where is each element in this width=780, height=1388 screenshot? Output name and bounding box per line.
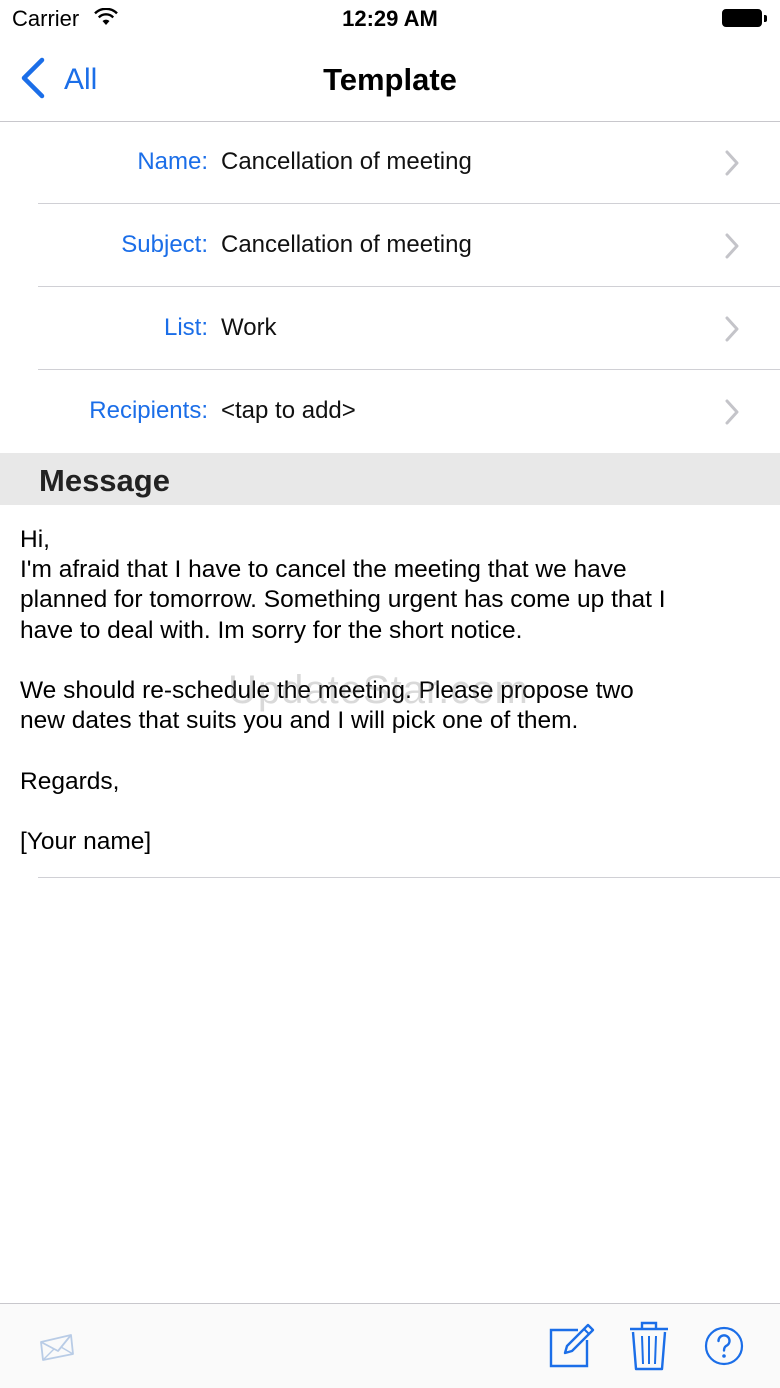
- message-line: new dates that suits you and I will pick…: [20, 707, 579, 735]
- bottom-toolbar: [0, 1303, 780, 1388]
- trash-icon[interactable]: [628, 1320, 670, 1377]
- page-title: Template: [323, 62, 457, 97]
- field-label-name: Name:: [137, 148, 208, 175]
- chevron-right-icon: [724, 233, 740, 264]
- message-header-label: Message: [39, 463, 170, 498]
- field-label-subject: Subject:: [121, 231, 208, 258]
- message-section-header: Message: [0, 453, 780, 505]
- field-label-list: List:: [163, 314, 208, 341]
- navigation-bar: All Template: [0, 40, 780, 122]
- message-line: have to deal with. Im sorry for the shor…: [20, 616, 523, 644]
- field-row-list[interactable]: List: Work: [0, 288, 780, 370]
- field-value-subject: Cancellation of meeting: [221, 231, 472, 258]
- status-bar: Carrier 12:29 AM: [0, 0, 780, 40]
- field-value-recipients: <tap to add>: [221, 397, 356, 424]
- chevron-right-icon: [724, 316, 740, 347]
- field-row-recipients[interactable]: Recipients: <tap to add>: [0, 371, 780, 453]
- message-line: We should re-schedule the meeting. Pleas…: [20, 677, 634, 704]
- message-line: Hi,: [20, 526, 50, 553]
- field-label-recipients: Recipients:: [89, 397, 208, 424]
- message-line: planned for tomorrow. Something urgent h…: [20, 586, 666, 614]
- clock-time: 12:29 AM: [342, 6, 438, 31]
- chevron-right-icon: [724, 399, 740, 430]
- row-divider: [38, 286, 780, 287]
- battery-icon: [722, 9, 768, 29]
- compose-icon[interactable]: [548, 1322, 596, 1375]
- message-line: Regards,: [20, 767, 120, 795]
- message-divider: [38, 877, 780, 878]
- message-line: [Your name]: [20, 827, 152, 855]
- field-value-list: Work: [221, 314, 277, 341]
- help-icon[interactable]: [704, 1326, 744, 1371]
- message-body[interactable]: Hi, I'm afraid that I have to cancel the…: [20, 525, 760, 857]
- send-mail-icon[interactable]: [38, 1332, 76, 1367]
- row-divider: [38, 203, 780, 204]
- field-row-subject[interactable]: Subject: Cancellation of meeting: [0, 205, 780, 287]
- chevron-right-icon: [724, 150, 740, 181]
- message-line: I'm afraid that I have to cancel the mee…: [20, 556, 627, 584]
- row-divider: [38, 369, 780, 370]
- field-value-name: Cancellation of meeting: [221, 148, 472, 175]
- field-row-name[interactable]: Name: Cancellation of meeting: [0, 122, 780, 204]
